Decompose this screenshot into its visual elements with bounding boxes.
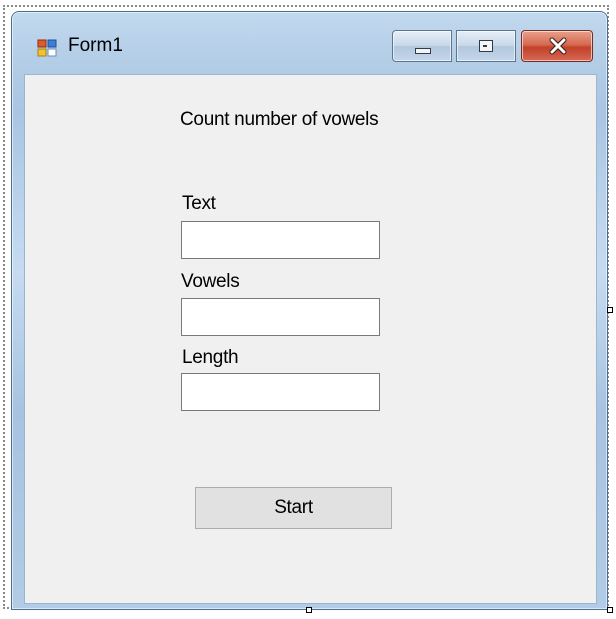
winforms-app-icon bbox=[37, 39, 57, 57]
maximize-icon bbox=[479, 40, 493, 52]
form-window: Form1 Count number of vowels Text Vowels… bbox=[11, 11, 608, 610]
close-button[interactable] bbox=[521, 30, 593, 62]
length-output[interactable] bbox=[181, 373, 380, 411]
resize-handle-bottom[interactable] bbox=[306, 607, 312, 613]
length-label: Length bbox=[182, 347, 239, 368]
minimize-button[interactable] bbox=[392, 30, 452, 62]
heading-label: Count number of vowels bbox=[180, 109, 379, 130]
resize-handle-corner[interactable] bbox=[607, 607, 613, 613]
maximize-button[interactable] bbox=[456, 30, 516, 62]
form-client-area: Count number of vowels Text Vowels Lengt… bbox=[24, 74, 597, 604]
minimize-icon bbox=[415, 48, 431, 54]
text-label: Text bbox=[182, 193, 216, 214]
start-button[interactable]: Start bbox=[195, 487, 392, 529]
vowels-output[interactable] bbox=[181, 298, 380, 336]
close-icon bbox=[548, 37, 568, 55]
text-input[interactable] bbox=[181, 221, 380, 259]
title-bar[interactable]: Form1 bbox=[12, 12, 607, 68]
window-title: Form1 bbox=[68, 35, 123, 56]
vowels-label: Vowels bbox=[181, 271, 240, 292]
resize-handle-right[interactable] bbox=[607, 307, 613, 313]
